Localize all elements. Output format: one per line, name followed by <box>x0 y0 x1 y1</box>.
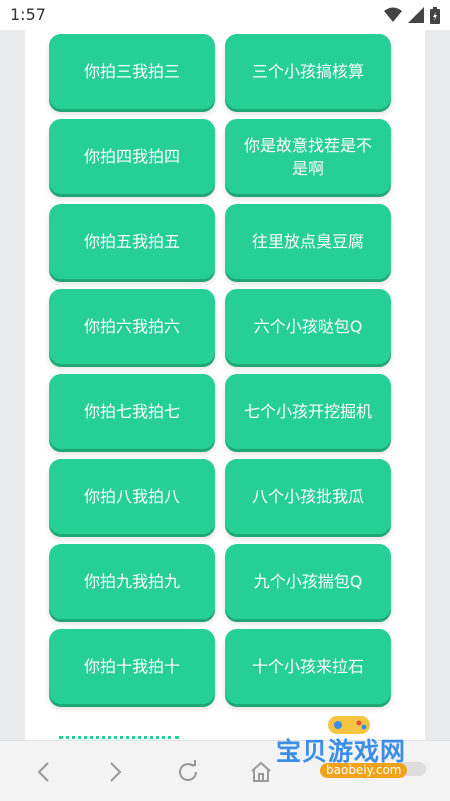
rhyme-label: 十个小孩来拉石 <box>251 657 364 676</box>
rhyme-button[interactable]: 七个小孩开挖掘机 <box>225 374 391 449</box>
rhyme-button[interactable]: 三个小孩搞核算 <box>225 34 391 109</box>
forward-button[interactable] <box>103 759 129 785</box>
rhyme-button[interactable]: 你拍八我拍八 <box>49 459 215 534</box>
wifi-icon <box>384 7 402 22</box>
rhyme-label: 往里放点臭豆腐 <box>251 232 364 251</box>
status-bar: 1:57 <box>0 0 450 30</box>
rhyme-label: 你拍八我拍八 <box>83 487 180 506</box>
rhyme-label: 七个小孩开挖掘机 <box>243 402 372 421</box>
forward-icon <box>110 762 122 782</box>
watermark-logo: 宝贝游戏网 baobeiy.com <box>276 712 426 782</box>
rhyme-button[interactable]: 你拍七我拍七 <box>49 374 215 449</box>
watermark-url: baobeiy.com <box>320 763 408 778</box>
back-icon <box>37 762 49 782</box>
rhyme-label: 你拍七我拍七 <box>83 402 180 421</box>
rhyme-label: 九个小孩揣包Q <box>253 572 363 591</box>
rhyme-button[interactable]: 你拍十我拍十 <box>49 629 215 704</box>
status-time: 1:57 <box>10 5 46 24</box>
refresh-button[interactable] <box>175 759 201 785</box>
rhyme-button[interactable]: 十个小孩来拉石 <box>225 629 391 704</box>
rhyme-label: 八个小孩批我瓜 <box>251 487 364 506</box>
back-button[interactable] <box>30 759 56 785</box>
rhyme-button[interactable]: 八个小孩批我瓜 <box>225 459 391 534</box>
rhyme-label: 六个小孩哒包Q <box>253 317 363 336</box>
rhyme-button[interactable]: 你拍六我拍六 <box>49 289 215 364</box>
home-button[interactable] <box>248 759 274 785</box>
refresh-icon <box>179 760 197 781</box>
rhyme-button[interactable]: 你拍三我拍三 <box>49 34 215 109</box>
rhyme-label: 你拍六我拍六 <box>83 317 180 336</box>
home-icon <box>251 761 271 782</box>
rhyme-button[interactable]: 你是故意找茬是不是啊 <box>225 119 391 194</box>
rhyme-button[interactable]: 九个小孩揣包Q <box>225 544 391 619</box>
rhyme-label: 你拍十我拍十 <box>83 657 180 676</box>
rhyme-button[interactable]: 你拍九我拍九 <box>49 544 215 619</box>
button-grid: 你拍三我拍三 三个小孩搞核算 你拍四我拍四 你是故意找茬是不是啊 你拍五我拍五 … <box>49 34 391 704</box>
status-icons <box>384 6 440 24</box>
rhyme-label: 你拍九我拍九 <box>83 572 180 591</box>
rhyme-button[interactable]: 六个小孩哒包Q <box>225 289 391 364</box>
rhyme-button[interactable]: 往里放点臭豆腐 <box>225 204 391 279</box>
rhyme-label: 你拍四我拍四 <box>83 147 180 166</box>
rhyme-label: 你拍三我拍三 <box>83 62 180 81</box>
signal-icon <box>408 7 424 23</box>
rhyme-label: 三个小孩搞核算 <box>251 62 364 81</box>
rhyme-button[interactable]: 你拍五我拍五 <box>49 204 215 279</box>
rhyme-button[interactable]: 你拍四我拍四 <box>49 119 215 194</box>
battery-icon <box>430 6 440 24</box>
rhyme-label: 你是故意找茬是不是啊 <box>243 135 372 178</box>
page-content: 你拍三我拍三 三个小孩搞核算 你拍四我拍四 你是故意找茬是不是啊 你拍五我拍五 … <box>25 30 425 740</box>
rhyme-label: 你拍五我拍五 <box>83 232 180 251</box>
